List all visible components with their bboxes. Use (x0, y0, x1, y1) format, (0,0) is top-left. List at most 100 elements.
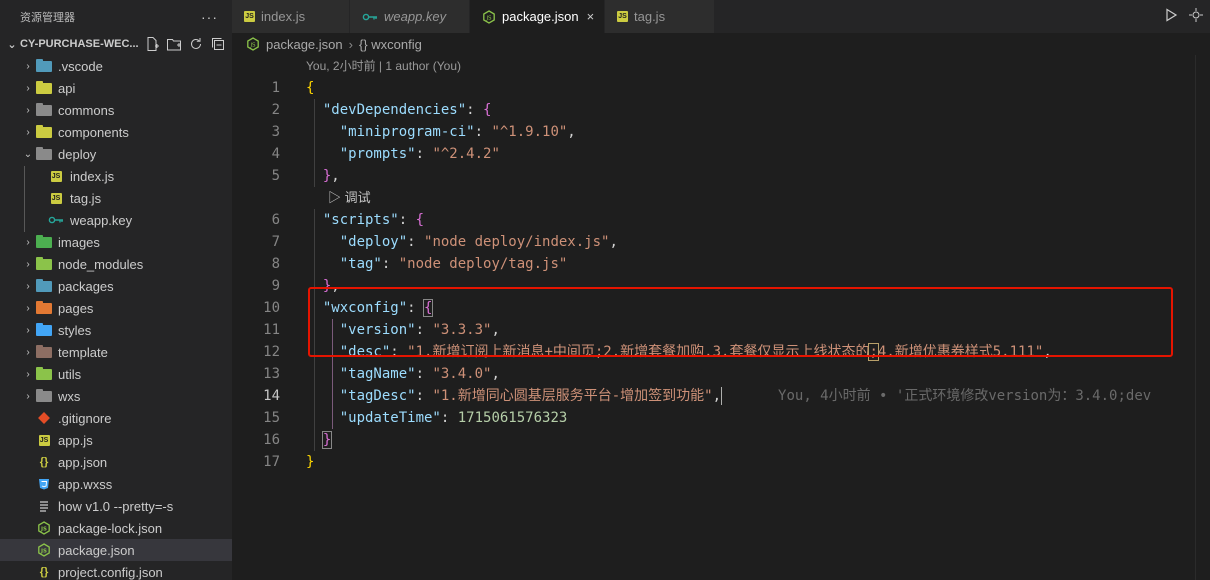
svg-text:JS: JS (249, 42, 256, 48)
nodejs-icon: JS (482, 9, 496, 24)
code-line[interactable]: 6 "scripts": { (232, 209, 1210, 231)
code-line[interactable]: 4 "prompts": "^2.4.2" (232, 143, 1210, 165)
codelens-debug[interactable]: ▷ 调试 (232, 187, 1210, 209)
tree-item[interactable]: JS tag.js (0, 187, 232, 209)
tree-item[interactable]: › commons (0, 99, 232, 121)
tree-item[interactable]: how v1.0 --pretty=-s (0, 495, 232, 517)
tree-item[interactable]: ⌄ deploy (0, 143, 232, 165)
tree-item[interactable]: › node_modules (0, 253, 232, 275)
code-line[interactable]: 7 "deploy": "node deploy/index.js", (232, 231, 1210, 253)
chevron-right-icon[interactable]: › (20, 61, 36, 72)
tree-item[interactable]: › pages (0, 297, 232, 319)
tree-item[interactable]: JS app.js (0, 429, 232, 451)
chevron-right-icon[interactable]: › (20, 127, 36, 138)
code-line[interactable]: 11 "version": "3.3.3", (232, 319, 1210, 341)
new-folder-icon[interactable] (166, 36, 182, 52)
editor-tab[interactable]: JS package.json × (470, 0, 605, 33)
tree-item[interactable]: › styles (0, 319, 232, 341)
code-line[interactable]: 8 "tag": "node deploy/tag.js" (232, 253, 1210, 275)
open-changes-icon[interactable] (1188, 7, 1204, 26)
tree-item[interactable]: {} project.config.json (0, 561, 232, 580)
line-number: 9 (271, 278, 280, 294)
code-token: : (398, 212, 416, 228)
breadcrumb-file[interactable]: package.json (266, 37, 343, 52)
chevron-right-icon[interactable]: › (20, 237, 36, 248)
code-text: "updateTime": 1715061576323 (306, 407, 568, 429)
run-icon[interactable] (1164, 8, 1178, 25)
breadcrumb-separator: › (348, 36, 353, 52)
explorer-title: 资源管理器 (20, 11, 75, 24)
tab-label: index.js (261, 9, 306, 24)
chevron-down-icon[interactable]: ⌄ (4, 38, 20, 51)
code-token: "node deploy/tag.js" (398, 256, 568, 272)
editor-scrollbar[interactable] (1195, 55, 1210, 580)
code-text: "deploy": "node deploy/index.js", (306, 231, 618, 253)
code-line[interactable]: 16 } (232, 429, 1210, 451)
code-line[interactable]: 13 "tagName": "3.4.0", (232, 363, 1210, 385)
tree-item[interactable]: › api (0, 77, 232, 99)
svg-text:JS: JS (485, 15, 492, 21)
code-editor[interactable]: You, 2小时前 | 1 author (You) 1{2 "devDepen… (232, 55, 1210, 580)
tree-item[interactable]: › .vscode (0, 55, 232, 77)
tree-item[interactable]: {} app.json (0, 451, 232, 473)
tree-item-label: .vscode (58, 58, 103, 74)
close-icon[interactable]: × (587, 9, 595, 24)
tree-item[interactable]: › components (0, 121, 232, 143)
tree-item[interactable]: › packages (0, 275, 232, 297)
indent-guide (314, 209, 315, 451)
chevron-right-icon[interactable]: › (20, 347, 36, 358)
text-cursor (721, 387, 723, 405)
project-root[interactable]: ⌄ CY-PURCHASE-WEC... (0, 33, 232, 55)
tree-item[interactable]: weapp.key (0, 209, 232, 231)
tree-item[interactable]: JS package-lock.json (0, 517, 232, 539)
code-line[interactable]: 17} (232, 451, 1210, 473)
tree-item[interactable]: › template (0, 341, 232, 363)
editor-tab[interactable]: JS tag.js (605, 0, 715, 33)
more-actions-icon[interactable]: ··· (201, 9, 218, 25)
chevron-right-icon[interactable]: › (20, 83, 36, 94)
code-line[interactable]: 5 }, (232, 165, 1210, 187)
tree-item[interactable]: JS package.json (0, 539, 232, 561)
code-line[interactable]: 10 "wxconfig": { (232, 297, 1210, 319)
chevron-right-icon[interactable]: › (20, 303, 36, 314)
code-line[interactable]: 9 }, (232, 275, 1210, 297)
code-token: "scripts" (322, 212, 399, 228)
tree-item[interactable]: app.wxss (0, 473, 232, 495)
line-number: 14 (263, 388, 280, 404)
breadcrumb-symbol[interactable]: {} wxconfig (359, 37, 422, 52)
code-line[interactable]: 12 "desc": "1.新增订阅上新消息+中间页;2.新增套餐加购.3.套餐… (232, 341, 1210, 363)
editor-tab[interactable]: JS index.js (232, 0, 350, 33)
code-line[interactable]: 3 "miniprogram-ci": "^1.9.10", (232, 121, 1210, 143)
tree-item[interactable]: › images (0, 231, 232, 253)
tree-item[interactable]: .gitignore (0, 407, 232, 429)
code-line[interactable]: 1{ (232, 77, 1210, 99)
chevron-right-icon[interactable]: › (20, 281, 36, 292)
tree-item[interactable]: › utils (0, 363, 232, 385)
chevron-right-icon[interactable]: › (20, 259, 36, 270)
tree-item[interactable]: JS index.js (0, 165, 232, 187)
chevron-right-icon[interactable]: › (20, 105, 36, 116)
line-number: 7 (271, 234, 280, 250)
chevron-down-icon[interactable]: ⌄ (20, 149, 36, 160)
chevron-right-icon[interactable]: › (20, 391, 36, 402)
file-icon (36, 499, 52, 513)
code-line[interactable]: 15 "updateTime": 1715061576323 (232, 407, 1210, 429)
collapse-all-icon[interactable] (210, 36, 226, 52)
code-text: "tagDesc": "1.新增同心圆基层服务平台-增加签到功能", (306, 385, 721, 407)
editor-tab[interactable]: weapp.key (350, 0, 470, 33)
code-line[interactable]: 2 "devDependencies": { (232, 99, 1210, 121)
refresh-icon[interactable] (188, 36, 204, 52)
chevron-right-icon[interactable]: › (20, 369, 36, 380)
chevron-right-icon[interactable]: › (20, 325, 36, 336)
tree-item-label: components (58, 124, 129, 140)
code-line[interactable]: 14 "tagDesc": "1.新增同心圆基层服务平台-增加签到功能", You… (232, 385, 1210, 407)
new-file-icon[interactable] (144, 36, 160, 52)
folder-icon (36, 300, 52, 315)
tree-item[interactable]: › wxs (0, 385, 232, 407)
codelens-author[interactable]: You, 2小时前 | 1 author (You) (232, 55, 1210, 77)
tab-label: tag.js (634, 9, 666, 24)
tree-item-label: node_modules (58, 256, 144, 272)
